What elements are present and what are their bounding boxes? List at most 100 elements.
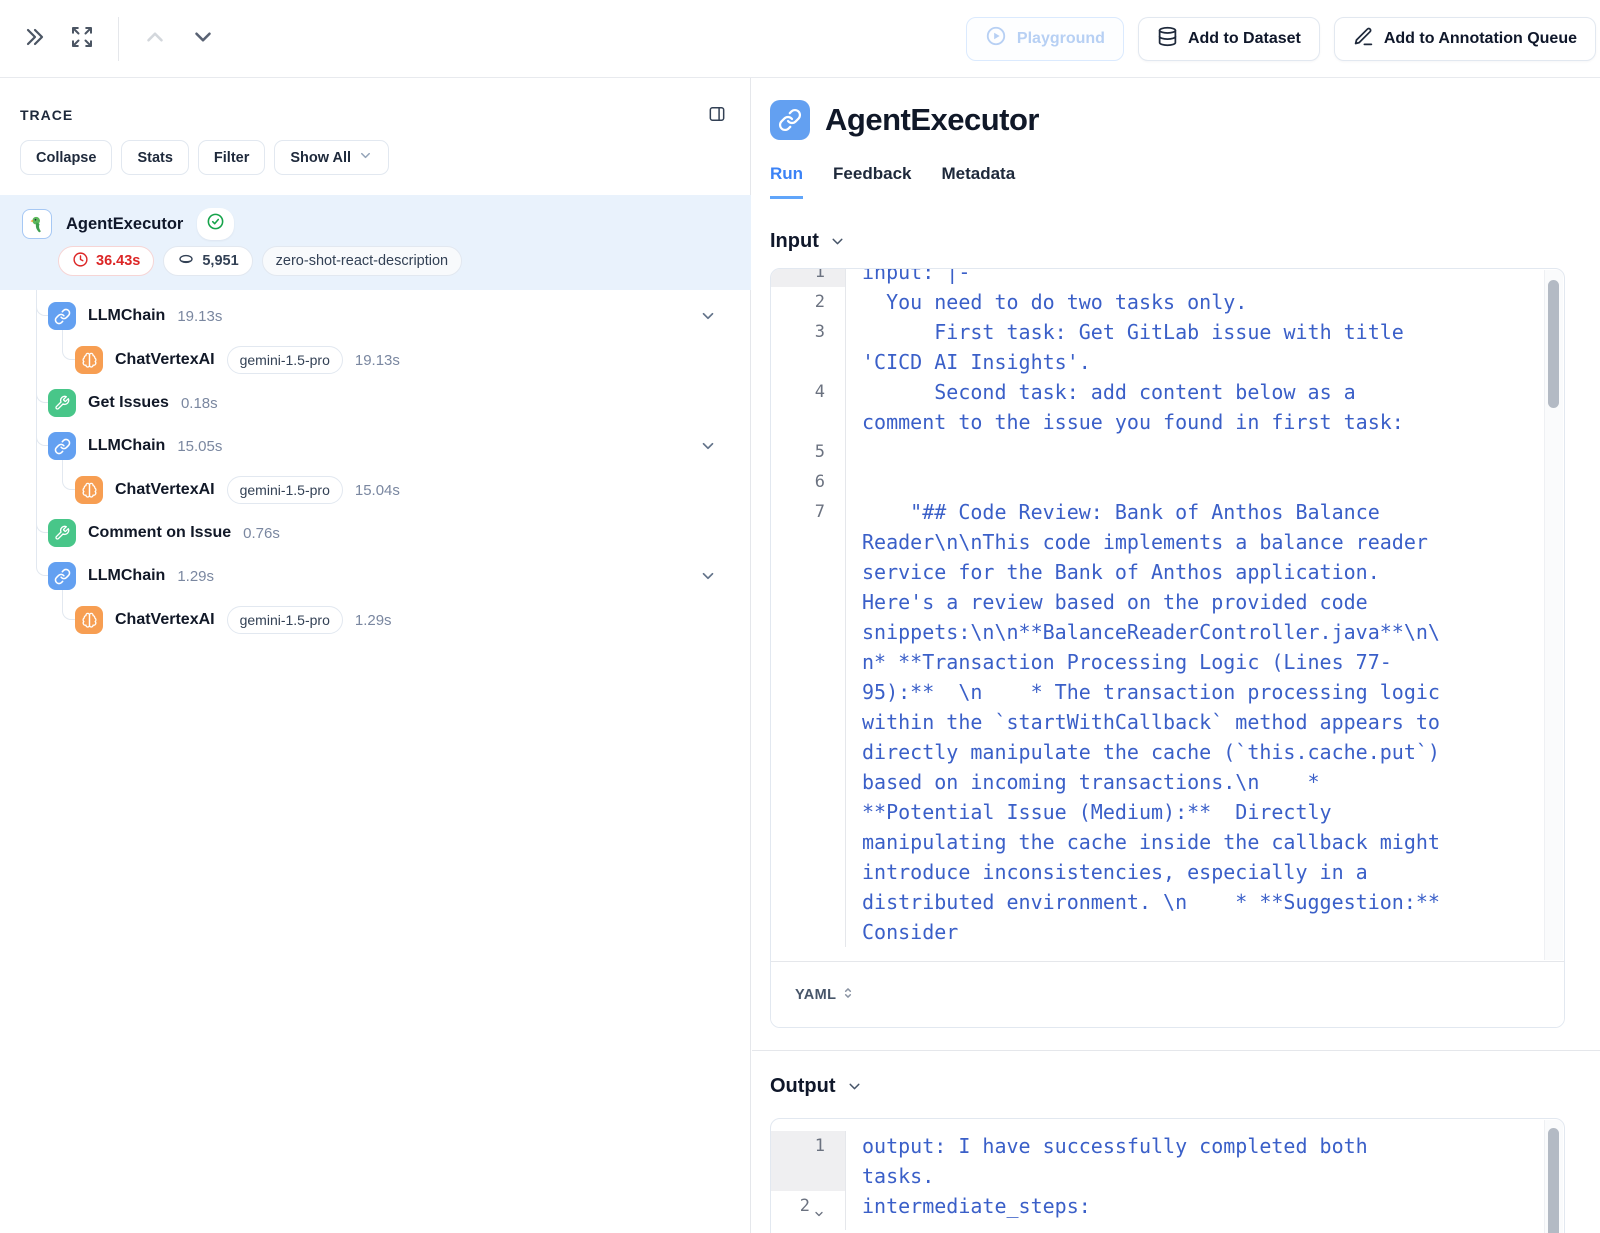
trace-node-chatvertexai-2[interactable]: ChatVertexAI gemini-1.5-pro 15.04s <box>75 470 750 510</box>
chain-link-icon <box>48 302 76 330</box>
clock-icon <box>72 251 89 272</box>
chevron-up-down-icon <box>841 985 855 1005</box>
brain-icon <box>75 476 103 504</box>
chevron-down-icon <box>190 24 216 53</box>
node-name: LLMChain <box>88 307 165 325</box>
node-name: ChatVertexAI <box>115 351 215 369</box>
chevron-down-icon <box>829 233 846 250</box>
output-section-header[interactable]: Output <box>770 1075 1600 1098</box>
line-number: 6 <box>771 467 846 497</box>
trace-node-llmchain-3[interactable]: LLMChain 1.29s <box>48 556 750 596</box>
code-line: 3 First task: Get GitLab issue with titl… <box>771 317 1564 377</box>
show-all-label: Show All <box>290 150 351 166</box>
wrench-icon <box>48 389 76 417</box>
detail-tabs: Run Feedback Metadata <box>770 164 1600 199</box>
chevron-down-icon[interactable] <box>699 437 717 455</box>
node-duration: 1.29s <box>355 612 392 629</box>
scrollbar-thumb[interactable] <box>1548 280 1559 408</box>
run-detail-panel: AgentExecutor Run Feedback Metadata Inpu… <box>752 78 1600 1233</box>
input-section-header[interactable]: Input <box>770 230 1600 253</box>
output-section-label: Output <box>770 1075 836 1098</box>
chevron-down-icon <box>846 1078 863 1095</box>
next-run-button[interactable] <box>181 17 225 61</box>
format-selector[interactable]: YAML <box>795 985 855 1005</box>
trace-node-chatvertexai-1[interactable]: ChatVertexAI gemini-1.5-pro 19.13s <box>75 340 750 380</box>
fold-chevron-icon[interactable] <box>813 1200 825 1230</box>
scrollbar-track[interactable] <box>1544 270 1563 960</box>
trace-node-chatvertexai-3[interactable]: ChatVertexAI gemini-1.5-pro 1.29s <box>75 600 750 640</box>
code-line: 2 You need to do two tasks only. <box>771 287 1564 317</box>
top-toolbar: Playground Add to Dataset Add to Annotat… <box>0 0 1600 78</box>
status-badge <box>197 208 234 240</box>
node-duration: 1.29s <box>177 568 214 585</box>
code-line: 4 Second task: add content below as a co… <box>771 377 1564 437</box>
trace-node-llmchain-1[interactable]: LLMChain 19.13s <box>48 296 750 336</box>
trace-panel-title: TRACE <box>20 107 73 123</box>
collapse-panel-button[interactable] <box>12 17 56 61</box>
expand-fullscreen-button[interactable] <box>60 17 104 61</box>
node-duration: 15.05s <box>177 438 222 455</box>
code-line: 2 intermediate_steps: <box>771 1191 1564 1230</box>
tokens-value: 5,951 <box>202 253 238 269</box>
scrollbar-thumb[interactable] <box>1548 1128 1559 1233</box>
tab-metadata[interactable]: Metadata <box>941 164 1015 199</box>
node-name: LLMChain <box>88 437 165 455</box>
format-bar: YAML <box>771 961 1564 1027</box>
pen-icon <box>1353 26 1374 52</box>
line-number: 3 <box>771 317 846 377</box>
code-text <box>846 467 1441 497</box>
node-name: ChatVertexAI <box>115 481 215 499</box>
output-code-editor[interactable]: 1 output: I have successfully completed … <box>770 1118 1565 1233</box>
trace-panel: TRACE Collapse Stats Filter Show All <box>0 78 751 1233</box>
add-to-annotation-queue-button[interactable]: Add to Annotation Queue <box>1334 17 1596 61</box>
node-duration: 0.76s <box>243 525 280 542</box>
chevron-down-icon <box>358 148 373 167</box>
duration-badge: 36.43s <box>58 246 154 276</box>
trace-root-row[interactable]: AgentExecutor 36.43s 5,951 zero-shot-rea… <box>0 195 751 290</box>
section-divider <box>752 1050 1600 1051</box>
node-name: Get Issues <box>88 394 169 412</box>
code-text: intermediate_steps: <box>846 1191 1441 1230</box>
input-code-editor[interactable]: 1 input: |- 2 You need to do two tasks o… <box>770 268 1565 1028</box>
format-value: YAML <box>795 987 836 1003</box>
code-line: 7 "## Code Review: Bank of Anthos Balanc… <box>771 497 1564 947</box>
line-number: 2 <box>771 1191 846 1230</box>
trace-node-comment-on-issue[interactable]: Comment on Issue 0.76s <box>48 513 750 553</box>
double-chevron-right-icon <box>22 25 46 52</box>
wrench-icon <box>48 519 76 547</box>
trace-root-name: AgentExecutor <box>66 215 183 234</box>
show-all-dropdown[interactable]: Show All <box>274 140 389 175</box>
trace-node-llmchain-2[interactable]: LLMChain 15.05s <box>48 426 750 466</box>
collapse-button[interactable]: Collapse <box>20 140 112 175</box>
token-icon <box>177 250 195 272</box>
filter-button[interactable]: Filter <box>198 140 265 175</box>
duration-value: 36.43s <box>96 253 140 269</box>
chevron-up-icon <box>142 24 168 53</box>
previous-run-button[interactable] <box>133 17 177 61</box>
model-badge: gemini-1.5-pro <box>227 346 343 374</box>
expand-icon <box>70 25 94 52</box>
node-duration: 19.13s <box>177 308 222 325</box>
line-number: 4 <box>771 377 846 437</box>
trace-node-get-issues[interactable]: Get Issues 0.18s <box>48 383 750 423</box>
brain-icon <box>75 606 103 634</box>
playground-label: Playground <box>1017 30 1105 48</box>
tab-run[interactable]: Run <box>770 164 803 199</box>
check-circle-icon <box>206 212 225 236</box>
chain-link-icon <box>770 100 810 140</box>
code-text: You need to do two tasks only. <box>846 287 1441 317</box>
chevron-down-icon[interactable] <box>699 567 717 585</box>
split-panel-button[interactable] <box>702 100 732 130</box>
stats-button[interactable]: Stats <box>121 140 188 175</box>
scrollbar-track[interactable] <box>1544 1120 1563 1233</box>
input-section-label: Input <box>770 230 819 253</box>
code-text: "## Code Review: Bank of Anthos Balance … <box>846 497 1441 947</box>
playground-button[interactable]: Playground <box>966 17 1124 61</box>
code-text: output: I have successfully completed bo… <box>846 1131 1441 1191</box>
chevron-down-icon[interactable] <box>699 307 717 325</box>
line-number: 5 <box>771 437 846 467</box>
chain-link-icon <box>48 562 76 590</box>
node-duration: 15.04s <box>355 482 400 499</box>
tab-feedback[interactable]: Feedback <box>833 164 911 199</box>
add-to-dataset-button[interactable]: Add to Dataset <box>1138 17 1320 61</box>
